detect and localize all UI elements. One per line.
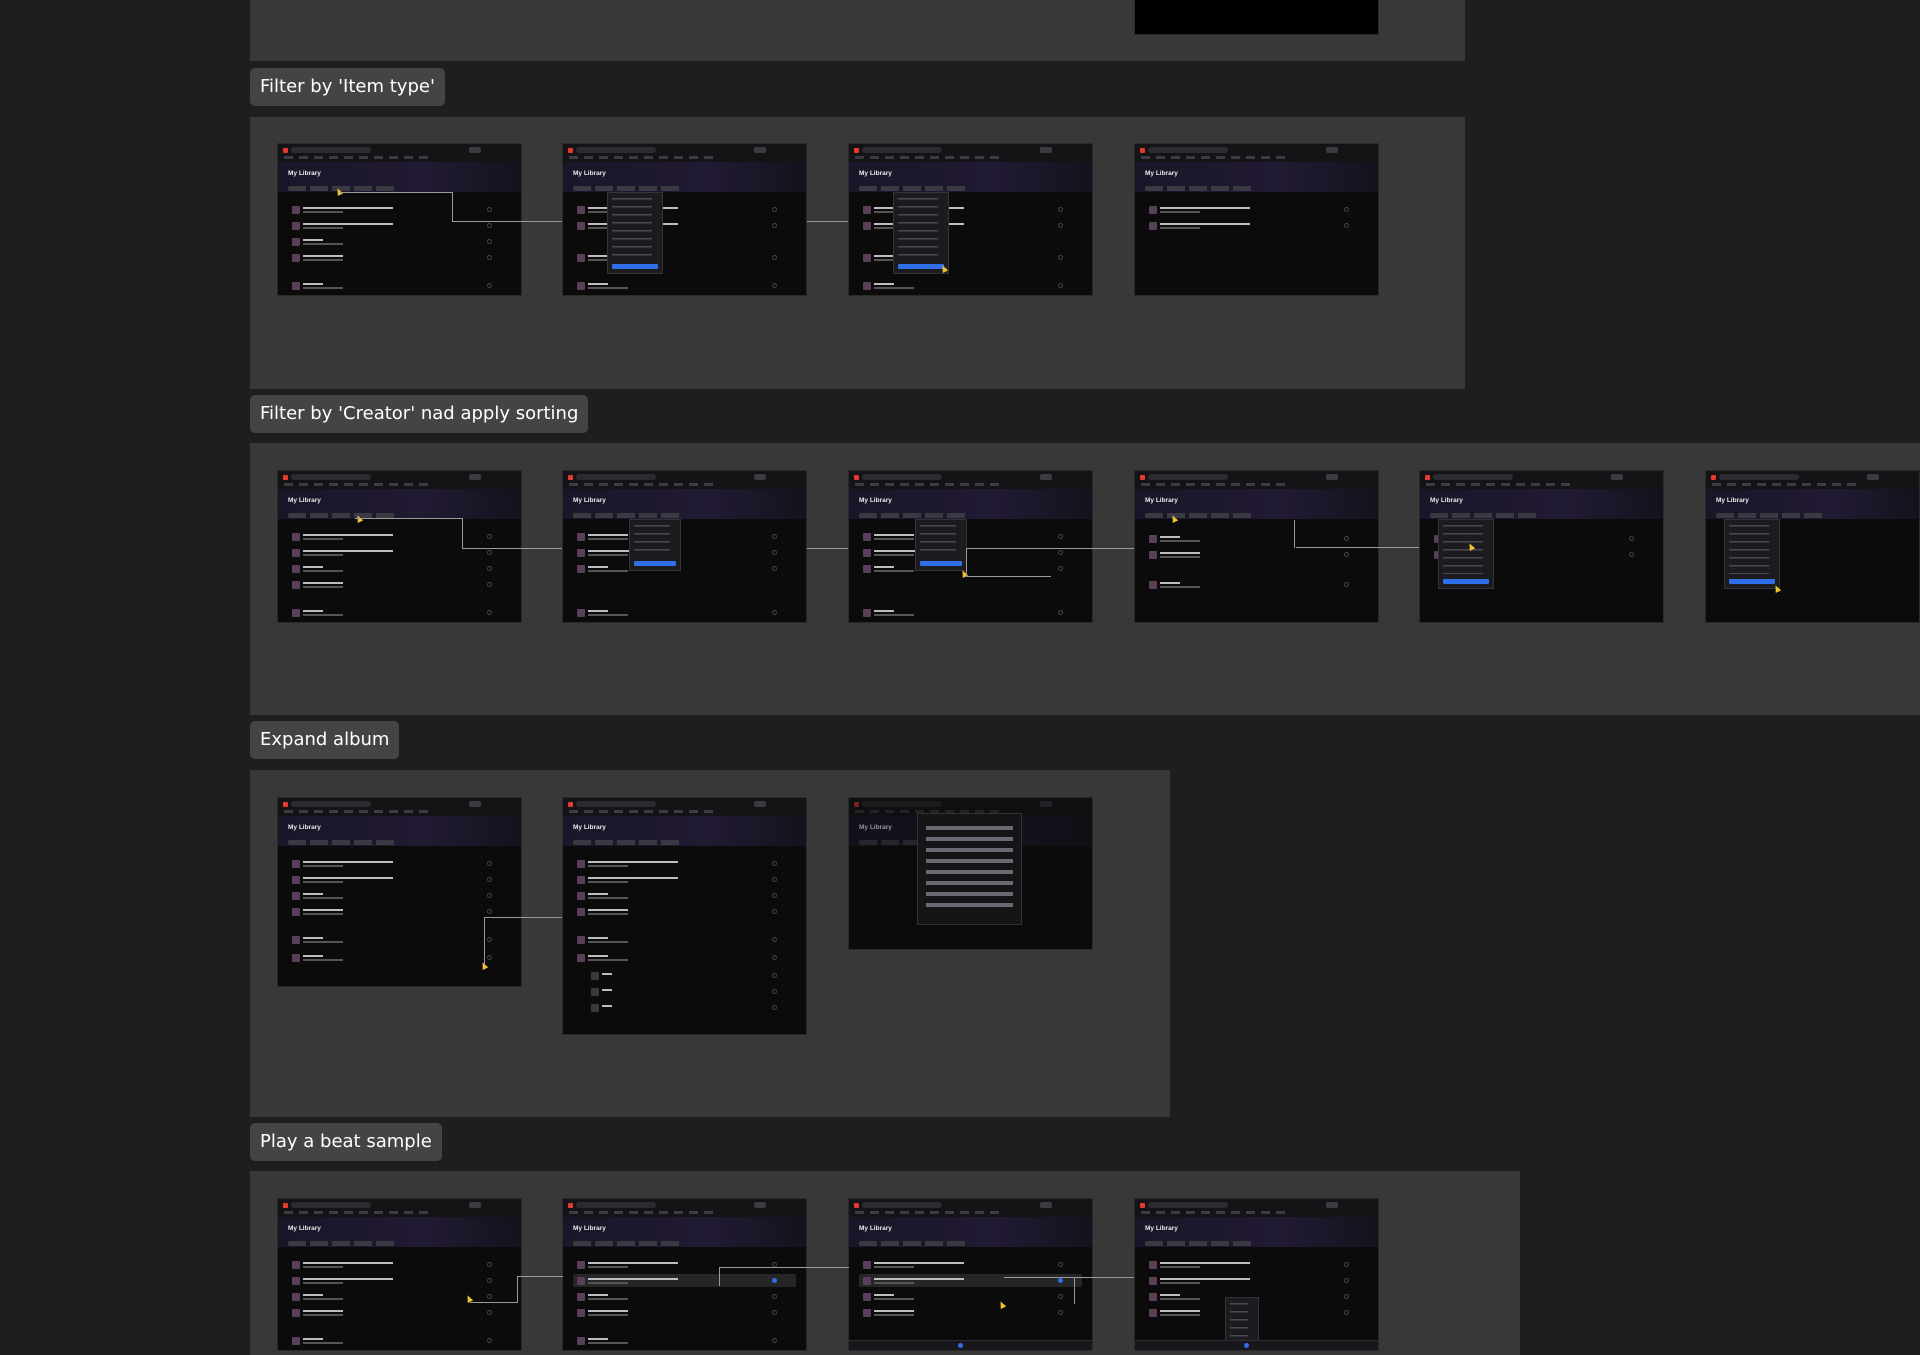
flow-connector (1294, 520, 1297, 548)
logo-icon (283, 475, 288, 480)
flow-connector (340, 192, 453, 222)
page-title: My Library (1145, 497, 1178, 504)
screen-frame[interactable]: My Library (1134, 1198, 1379, 1351)
page-title: My Library (288, 497, 321, 504)
album-tracks-modal[interactable] (917, 813, 1022, 925)
flow-connector (517, 1276, 563, 1303)
flow-connector (807, 221, 848, 222)
page-title: My Library (573, 824, 606, 831)
screen-frame[interactable]: My Library (848, 143, 1093, 296)
page-title: My Library (859, 497, 892, 504)
flow-connector (966, 548, 1051, 577)
flow-connector (452, 221, 562, 222)
page-title: My Library (288, 824, 321, 831)
section-label-expand: Expand album (250, 721, 400, 759)
page-title: My Library (573, 1225, 606, 1232)
flow-connector (1004, 1277, 1075, 1304)
creator-dropdown[interactable] (629, 519, 681, 571)
playback-menu[interactable] (1225, 1297, 1259, 1343)
page-title: My Library (1145, 170, 1178, 177)
play-icon[interactable] (958, 1343, 964, 1348)
screen-frame[interactable]: My Library (1419, 470, 1664, 623)
screen-frame-top (1134, 0, 1379, 35)
screen-frame[interactable]: My Library (1134, 143, 1379, 296)
search-input[interactable] (291, 147, 371, 153)
sort-dropdown[interactable] (1438, 519, 1494, 589)
logo-icon (1140, 1203, 1145, 1208)
page-title: My Library (859, 170, 892, 177)
apply-button[interactable] (612, 264, 658, 269)
logo-icon (1140, 148, 1145, 153)
section-label-item-type: Filter by 'Item type' (250, 68, 445, 106)
page-title: My Library (859, 1225, 892, 1232)
audio-player-bar[interactable] (1135, 1340, 1378, 1350)
app-topbar (278, 144, 521, 162)
apply-button[interactable] (1729, 579, 1775, 584)
flow-connector (1050, 548, 1134, 549)
item-type-dropdown[interactable] (607, 192, 663, 274)
flow-connector (719, 1267, 849, 1286)
logo-icon (1711, 475, 1716, 480)
section-label-creator: Filter by 'Creator' nad apply sorting (250, 395, 589, 433)
logo-icon (854, 802, 859, 807)
flow-connector (524, 917, 562, 918)
apply-button[interactable] (920, 561, 962, 566)
flow-connector (1074, 1277, 1134, 1278)
play-icon[interactable] (1244, 1343, 1250, 1348)
page-title: My Library (1430, 497, 1463, 504)
logo-icon (568, 148, 573, 153)
flow-connector (807, 548, 848, 549)
logo-icon (283, 1203, 288, 1208)
flow-connector (1296, 547, 1419, 548)
logo-icon (568, 475, 573, 480)
logo-icon (1425, 475, 1430, 480)
screen-frame[interactable]: My Library (562, 143, 807, 296)
screen-frame[interactable]: My Library (562, 797, 807, 1035)
logo-icon (854, 148, 859, 153)
creator-dropdown[interactable] (915, 519, 967, 571)
page-title: My Library (1145, 1225, 1178, 1232)
page-title: My Library (859, 824, 892, 831)
audio-player-bar[interactable] (849, 1340, 1092, 1350)
section-label-play: Play a beat sample (250, 1123, 442, 1161)
sort-dropdown[interactable] (1724, 519, 1780, 589)
screen-frame[interactable]: My Library (848, 470, 1093, 623)
screen-frame[interactable]: My Library (848, 1198, 1093, 1351)
screen-frame[interactable]: My Library (848, 797, 1093, 950)
logo-icon (1140, 475, 1145, 480)
logo-icon (568, 802, 573, 807)
apply-button[interactable] (1443, 579, 1489, 584)
page-title: My Library (573, 497, 606, 504)
screen-frame[interactable]: My Library (562, 470, 807, 623)
page-title: My Library (288, 170, 321, 177)
filter-chips[interactable] (288, 186, 398, 191)
page-title: My Library (573, 170, 606, 177)
flow-connector (484, 917, 525, 965)
flow-connector (470, 1290, 517, 1303)
item-type-dropdown[interactable] (893, 192, 949, 274)
logo-icon (854, 475, 859, 480)
logo-icon (283, 148, 288, 153)
logo-icon (854, 1203, 859, 1208)
apply-button[interactable] (634, 561, 676, 566)
screen-frame[interactable]: My Library (1705, 470, 1920, 623)
apply-button[interactable] (898, 264, 944, 269)
page-title: My Library (288, 1225, 321, 1232)
page-title: My Library (1716, 497, 1749, 504)
logo-icon (568, 1203, 573, 1208)
logo-icon (283, 802, 288, 807)
screen-frame[interactable]: My Library (277, 1198, 522, 1351)
flow-connector (355, 518, 463, 549)
flow-connector (462, 548, 562, 549)
